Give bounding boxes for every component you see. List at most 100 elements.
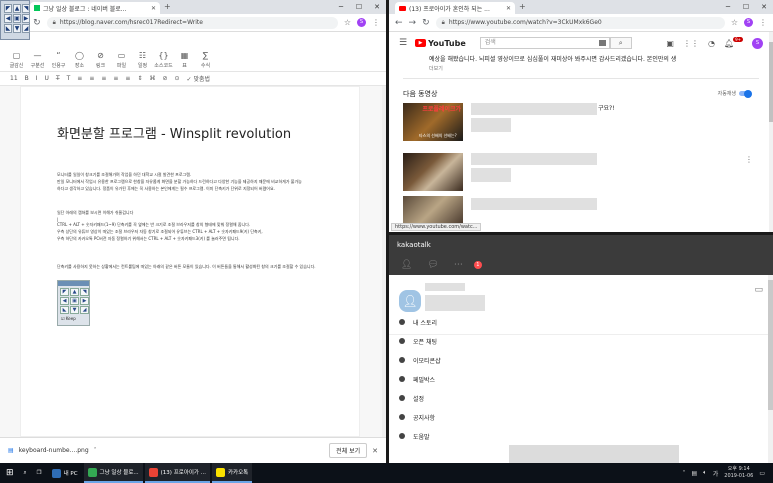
format-button[interactable]: ✓ 맞춤법 (187, 74, 211, 83)
kakao-menu-item[interactable]: 이모티콘샵 (389, 351, 767, 369)
show-all-button[interactable]: 전체 보기 (329, 443, 368, 458)
friends-tab-icon[interactable]: 👤︎ (401, 260, 412, 270)
tab-youtube[interactable]: (13) 프로아이가 혼인하 되는 ... ✕ (395, 2, 515, 14)
format-button[interactable]: T̶ (56, 75, 60, 82)
keyboard-icon[interactable] (598, 40, 606, 46)
download-item[interactable]: ▤ keyboard-numbe....png ˄ (8, 447, 97, 454)
maximize-icon[interactable]: ☐ (737, 0, 755, 14)
format-button[interactable]: 11 (10, 75, 18, 82)
winsplit-arrow-button[interactable]: ▣ (13, 14, 21, 23)
search-input[interactable]: 검색 (479, 37, 610, 49)
new-tab-icon[interactable]: + (164, 2, 171, 11)
back-icon[interactable]: ← (395, 18, 403, 28)
notification-icon[interactable]: ▭ (759, 470, 765, 477)
kakao-menu-item[interactable]: 도움말 (389, 427, 767, 445)
start-button[interactable]: ⊞ (2, 463, 18, 483)
scrollbar-thumb[interactable] (768, 280, 773, 410)
format-button[interactable]: ≡ (113, 75, 118, 82)
winsplit-arrow-button[interactable]: ▶ (22, 14, 30, 23)
format-button[interactable]: ⊘ (162, 75, 167, 82)
format-button[interactable]: T (67, 75, 71, 82)
messages-icon[interactable]: ◔ (708, 39, 715, 48)
create-video-icon[interactable]: ▣ (666, 39, 674, 48)
close-window-icon[interactable]: ✕ (368, 0, 386, 14)
toolbar-button[interactable]: ◯ 장소 (69, 51, 90, 69)
winsplit-arrow-button[interactable]: ◀ (4, 14, 12, 23)
account-avatar[interactable]: S (744, 18, 753, 27)
format-button[interactable]: ⊙ (175, 75, 180, 82)
winsplit-arrow-button[interactable]: ◥ (22, 4, 30, 13)
close-window-icon[interactable]: ✕ (755, 0, 773, 14)
format-button[interactable]: ≡ (77, 75, 82, 82)
winsplit-arrow-button[interactable]: ◣ (4, 24, 12, 33)
more-tab-icon[interactable]: ⋯ (454, 260, 463, 270)
ime-icon[interactable]: 가 (713, 469, 719, 478)
winsplit-arrow-button[interactable]: ◢ (22, 24, 30, 33)
winsplit-screenshot-image[interactable]: ◤ ▲ ◥ ◀ ▣ ▶ ◣ ▼ ◢ ☑ Keep (57, 280, 90, 326)
more-menu-icon[interactable]: ⋮ (759, 18, 767, 27)
url-input[interactable]: 🔒︎ https://blog.naver.com/hsrec017Redire… (46, 16, 338, 29)
reload-icon[interactable]: ↻ (33, 18, 41, 28)
hamburger-menu-icon[interactable]: ☰ (399, 38, 407, 48)
volume-icon[interactable]: 🔈︎ (703, 469, 707, 477)
minimize-icon[interactable]: ─ (719, 0, 737, 14)
toolbar-button[interactable]: ▢ 글감신 (6, 51, 27, 69)
scrollbar-thumb[interactable] (769, 42, 773, 122)
toolbar-button[interactable]: ∑ 수식 (195, 51, 216, 69)
profile-avatar[interactable]: 👤︎ (399, 290, 421, 312)
editor-document[interactable]: 화면분할 프로그램 - Winsplit revolution 모니터를 일일이… (20, 86, 360, 437)
autoplay-toggle[interactable] (739, 89, 752, 98)
close-tab-icon[interactable]: ✕ (506, 5, 511, 12)
kakao-menu-item[interactable]: 공지사항 (389, 408, 767, 426)
tab-naver-blog[interactable]: 그냥 일상 블로그 : 네이버 블로... ✕ (30, 2, 160, 14)
kakao-menu-item[interactable]: 페밀박스 (389, 370, 767, 388)
toolbar-button[interactable]: ⊘ 링크 (90, 51, 111, 69)
chevron-up-icon[interactable]: ˄ (682, 470, 685, 477)
format-button[interactable]: ⌘ (149, 75, 155, 82)
account-avatar[interactable]: S (357, 18, 366, 27)
toolbar-button[interactable]: “ 인용구 (48, 51, 69, 69)
show-more-link[interactable]: 더보기 (429, 65, 443, 72)
more-menu-icon[interactable]: ⋮ (372, 18, 380, 27)
account-avatar[interactable]: S (752, 37, 763, 49)
taskbar-app-button[interactable]: (13) 프로아이가 ... (144, 463, 210, 483)
winsplit-arrow-button[interactable]: ▼ (13, 24, 21, 33)
kakao-menu-item[interactable]: 내 스토리 (389, 313, 767, 331)
search-button[interactable]: ⌕ (609, 37, 632, 49)
toolbar-button[interactable]: {} 소스코드 (153, 51, 174, 69)
video-thumbnail[interactable] (403, 196, 463, 224)
format-button[interactable]: ≡ (125, 75, 130, 82)
search-button[interactable]: ⌕ (20, 463, 31, 483)
forward-icon[interactable]: → (409, 18, 417, 28)
video-thumbnail[interactable] (403, 153, 463, 191)
bookmark-star-icon[interactable]: ☆ (344, 18, 351, 27)
video-menu-icon[interactable]: ⋮ (745, 155, 753, 164)
format-button[interactable]: U (45, 75, 49, 82)
paragraph-buttons[interactable]: 단축키를 사용하지 못하는 상황에서는 컨트롤팁에 떠있는 아래의 같은 버튼 … (57, 263, 347, 270)
taskbar-app-button[interactable]: 그냥 일상 블로... (83, 463, 143, 483)
close-tab-icon[interactable]: ✕ (151, 5, 156, 12)
video-thumbnail[interactable]: 프로플레이크가 타스의 선배의 선배는? (403, 103, 463, 141)
toolbar-button[interactable]: ▦ 표 (174, 51, 195, 69)
task-view-button[interactable]: ❐ (33, 463, 46, 483)
chevron-up-icon[interactable]: ˄ (94, 447, 97, 454)
taskbar-app-button[interactable]: 카카오톡 (212, 463, 253, 483)
kakao-menu-item[interactable]: 설정 (389, 389, 767, 407)
toolbar-button[interactable]: ▭ 파일 (111, 51, 132, 69)
close-download-bar-icon[interactable]: ✕ (372, 447, 378, 455)
post-title[interactable]: 화면분할 프로그램 - Winsplit revolution (57, 123, 291, 142)
kakao-menu-item[interactable]: 오픈 채팅 (389, 332, 767, 350)
format-button[interactable]: ≡ (101, 75, 106, 82)
youtube-logo[interactable]: ▶ YouTube (415, 39, 466, 48)
clock[interactable]: 오후 9:14 2019-01-06 (724, 466, 753, 480)
winsplit-arrow-button[interactable]: ◤ (4, 4, 12, 13)
network-icon[interactable]: ▤ (691, 470, 697, 477)
format-button[interactable]: B (25, 75, 29, 82)
minimize-icon[interactable]: ─ (332, 0, 350, 14)
toolbar-button[interactable]: — 구분선 (27, 51, 48, 69)
editor-scrollbar[interactable] (382, 86, 386, 437)
url-input[interactable]: 🔒︎ https://www.youtube.com/watch?v=3CkUM… (435, 16, 725, 29)
autoplay-control[interactable]: 자동재생 (718, 89, 752, 98)
video-title-suffix[interactable]: 구요?! (598, 103, 615, 112)
format-button[interactable]: ⇕ (137, 75, 142, 82)
